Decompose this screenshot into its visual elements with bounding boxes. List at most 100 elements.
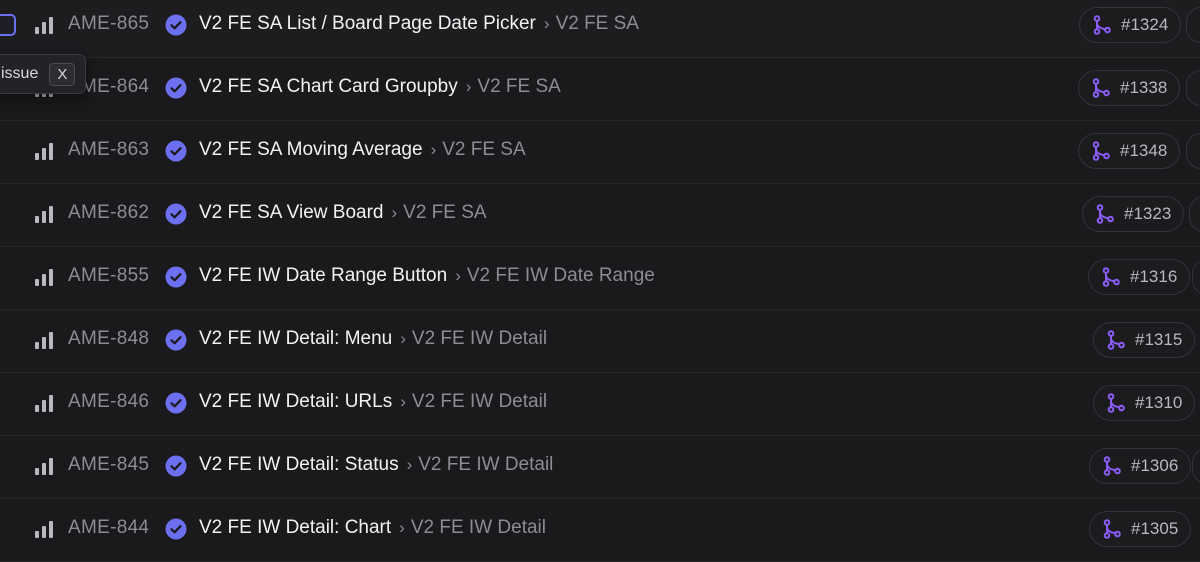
issue-row[interactable]: AME-862 V2 FE SA View Board › V2 FE SA #13…	[0, 184, 1200, 247]
issue-title-group[interactable]: V2 FE IW Detail: Menu › V2 FE IW Detail	[199, 328, 547, 350]
issue-title-group[interactable]: V2 FE SA View Board › V2 FE SA	[199, 202, 487, 224]
pull-request-badge[interactable]: #1323	[1082, 196, 1185, 232]
issue-title-group[interactable]: V2 FE SA Chart Card Groupby › V2 FE SA	[199, 76, 561, 98]
issue-title-group[interactable]: V2 FE SA Moving Average › V2 FE SA	[199, 139, 526, 161]
issue-title: V2 FE SA View Board	[199, 202, 384, 223]
assignee-badge[interactable]	[1186, 7, 1200, 43]
issue-title: V2 FE IW Detail: URLs	[199, 391, 393, 412]
issue-row[interactable]: AME-844 V2 FE IW Detail: Chart › V2 FE IW …	[0, 499, 1200, 562]
issue-project: V2 FE SA	[555, 13, 639, 34]
issue-row[interactable]: AME-855 V2 FE IW Date Range Button › V2 FE…	[0, 247, 1200, 310]
pull-request-badge[interactable]: #1315	[1093, 322, 1196, 358]
issue-title-group[interactable]: V2 FE SA List / Board Page Date Picker › V…	[199, 13, 639, 35]
chevron-right-icon: ›	[400, 392, 406, 411]
issue-title: V2 FE SA Moving Average	[199, 139, 423, 160]
chevron-right-icon: ›	[399, 518, 405, 537]
pull-request-badge[interactable]: #1316	[1088, 259, 1191, 295]
issue-id: AME-863	[68, 139, 150, 160]
status-done-icon[interactable]	[165, 329, 187, 351]
pull-request-number: #1305	[1131, 519, 1179, 538]
git-pull-request-icon	[1102, 267, 1120, 287]
priority-medium-icon[interactable]	[35, 394, 55, 412]
priority-medium-icon[interactable]	[35, 142, 55, 160]
issue-id: AME-845	[68, 454, 150, 475]
issue-row[interactable]: AME-865 V2 FE SA List / Board Page Date …	[0, 0, 1200, 58]
issue-project: V2 FE IW Detail	[418, 454, 554, 475]
pull-request-number: #1310	[1135, 393, 1183, 412]
issue-project: V2 FE SA	[442, 139, 526, 160]
status-done-icon[interactable]	[165, 14, 187, 36]
issue-list: AME-865 V2 FE SA List / Board Page Date …	[0, 0, 1200, 562]
issue-row[interactable]: AME-846 V2 FE IW Detail: URLs › V2 FE IW D…	[0, 373, 1200, 436]
issue-project: V2 FE IW Date Range	[466, 265, 655, 286]
pull-request-badge[interactable]: #1324	[1079, 7, 1182, 43]
issue-project: V2 FE SA	[477, 76, 561, 97]
pull-request-badge[interactable]: #1310	[1093, 385, 1196, 421]
issue-title: V2 FE IW Detail: Menu	[199, 328, 393, 349]
chevron-right-icon: ›	[465, 77, 472, 96]
issue-project: V2 FE IW Detail	[411, 328, 548, 349]
chevron-right-icon: ›	[455, 266, 461, 285]
status-done-icon[interactable]	[165, 455, 187, 477]
chevron-right-icon: ›	[391, 203, 398, 222]
priority-medium-icon[interactable]	[35, 205, 55, 223]
issue-id: AME-846	[68, 391, 150, 412]
issue-title-group[interactable]: V2 FE IW Detail: Chart › V2 FE IW Detail	[199, 517, 546, 539]
status-done-icon[interactable]	[165, 518, 187, 540]
pull-request-badge[interactable]: #1338	[1078, 70, 1181, 106]
priority-medium-icon[interactable]	[35, 16, 55, 34]
issue-title-group[interactable]: V2 FE IW Detail: Status › V2 FE IW Detail	[199, 454, 553, 476]
assignee-badge[interactable]	[1189, 196, 1200, 232]
status-done-icon[interactable]	[165, 392, 187, 414]
tooltip: issue X	[0, 54, 87, 94]
git-pull-request-icon	[1103, 456, 1121, 476]
priority-medium-icon[interactable]	[35, 520, 55, 538]
tooltip-text: issue	[1, 65, 39, 82]
issue-id: AME-862	[68, 202, 150, 223]
priority-medium-icon[interactable]	[35, 268, 55, 286]
git-pull-request-icon	[1107, 393, 1125, 413]
pull-request-number: #1348	[1120, 141, 1168, 160]
assignee-badge[interactable]	[1192, 448, 1200, 484]
issue-title-group[interactable]: V2 FE IW Detail: URLs › V2 FE IW Detail	[199, 391, 547, 413]
issue-project: V2 FE SA	[403, 202, 487, 223]
issue-row[interactable]: AME-845 V2 FE IW Detail: Status › V2 FE IW…	[0, 436, 1200, 499]
pull-request-number: #1306	[1131, 456, 1179, 475]
chevron-right-icon: ›	[543, 14, 550, 33]
git-pull-request-icon	[1107, 330, 1125, 350]
git-pull-request-icon	[1093, 15, 1111, 35]
issue-row[interactable]: AME-864 V2 FE SA Chart Card Groupby › V2 F…	[0, 58, 1200, 121]
status-done-icon[interactable]	[165, 77, 187, 99]
issue-title: V2 FE SA Chart Card Groupby	[199, 76, 458, 97]
issue-id: AME-848	[68, 328, 150, 349]
priority-medium-icon[interactable]	[35, 331, 55, 349]
issue-title: V2 FE IW Detail: Status	[199, 454, 399, 475]
issue-project: V2 FE IW Detail	[410, 517, 546, 538]
issue-project: V2 FE IW Detail	[411, 391, 548, 412]
git-pull-request-icon	[1092, 78, 1110, 98]
issue-title-group[interactable]: V2 FE IW Date Range Button › V2 FE IW Date…	[199, 265, 655, 287]
status-done-icon[interactable]	[165, 203, 187, 225]
assignee-badge[interactable]	[1186, 70, 1200, 106]
status-done-icon[interactable]	[165, 266, 187, 288]
assignee-badge[interactable]	[1192, 259, 1200, 295]
priority-medium-icon[interactable]	[35, 457, 55, 475]
status-done-icon[interactable]	[165, 140, 187, 162]
assignee-badge[interactable]	[1186, 133, 1200, 169]
git-pull-request-icon	[1092, 141, 1110, 161]
git-pull-request-icon	[1103, 519, 1121, 539]
pull-request-badge[interactable]: #1306	[1089, 448, 1192, 484]
issue-id: AME-844	[68, 517, 150, 538]
issue-id: AME-865	[68, 13, 150, 34]
chevron-right-icon: ›	[430, 140, 437, 159]
pull-request-number: #1324	[1121, 15, 1169, 34]
pull-request-number: #1315	[1135, 330, 1183, 349]
pull-request-badge[interactable]: #1348	[1078, 133, 1181, 169]
issue-title: V2 FE SA List / Board Page Date Picker	[199, 13, 536, 34]
issue-row[interactable]: AME-848 V2 FE IW Detail: Menu › V2 FE IW D…	[0, 310, 1200, 373]
pull-request-badge[interactable]: #1305	[1089, 511, 1192, 547]
issue-title: V2 FE IW Date Range Button	[199, 265, 448, 286]
pull-request-number: #1316	[1130, 267, 1178, 286]
select-checkbox[interactable]	[0, 14, 16, 36]
issue-row[interactable]: AME-863 V2 FE SA Moving Average › V2 FE SA…	[0, 121, 1200, 184]
